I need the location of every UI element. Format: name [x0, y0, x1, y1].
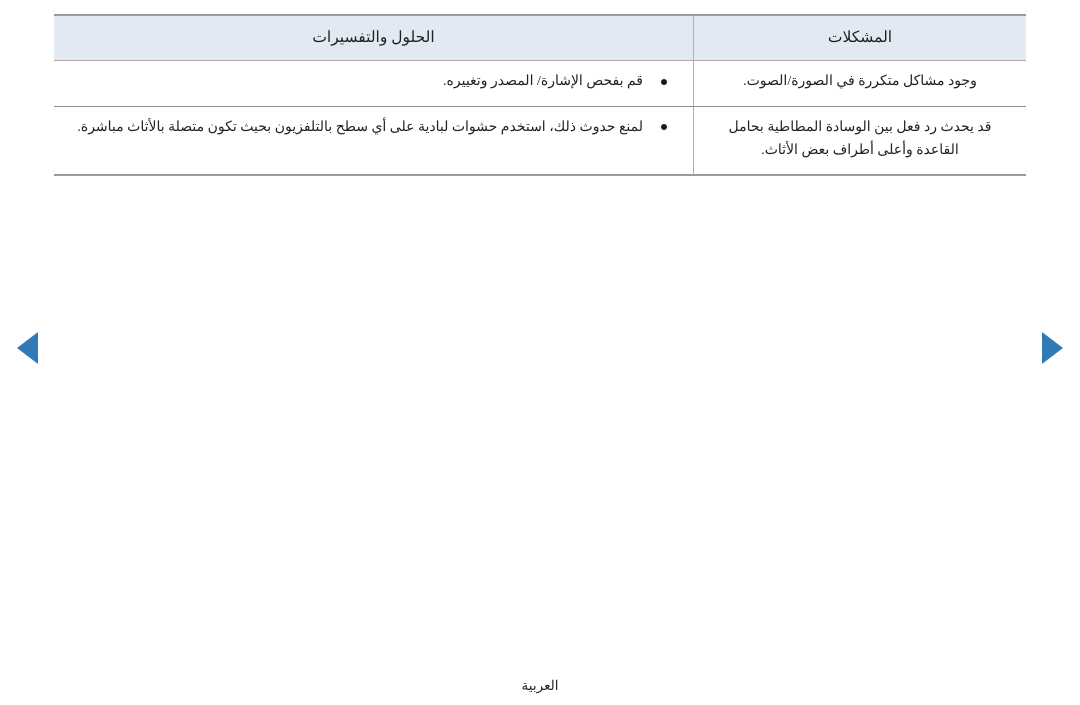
page-container: المشكلات الحلول والتفسيرات وجود مشاكل مت…: [0, 0, 1080, 705]
problem-cell: وجود مشاكل متكررة في الصورة/الصوت.: [693, 60, 1026, 107]
table-header: المشكلات الحلول والتفسيرات: [54, 14, 1026, 62]
table-header-row: المشكلات الحلول والتفسيرات: [54, 14, 1026, 62]
column-header-solutions: الحلول والتفسيرات: [54, 14, 694, 62]
previous-page-arrow-icon[interactable]: [17, 332, 38, 364]
list-item: لمنع حدوث ذلك، استخدم حشوات لبادية على أ…: [66, 117, 681, 140]
table-row: قد يحدث رد فعل بين الوسادة المطاطية بحام…: [54, 106, 1026, 177]
solution-text: قم بفحص الإشارة/ المصدر وتغييره.: [443, 74, 643, 90]
solution-text: لمنع حدوث ذلك، استخدم حشوات لبادية على أ…: [77, 119, 643, 135]
solution-list: قم بفحص الإشارة/ المصدر وتغييره.: [66, 71, 681, 94]
troubleshooting-table: المشكلات الحلول والتفسيرات وجود مشاكل مت…: [54, 14, 1026, 177]
column-header-problems: المشكلات: [693, 14, 1026, 62]
solution-cell: لمنع حدوث ذلك، استخدم حشوات لبادية على أ…: [54, 106, 694, 177]
problem-cell: قد يحدث رد فعل بين الوسادة المطاطية بحام…: [693, 106, 1026, 177]
table-body: وجود مشاكل متكررة في الصورة/الصوت. قم بف…: [54, 60, 1026, 177]
table-row: وجود مشاكل متكررة في الصورة/الصوت. قم بف…: [54, 60, 1026, 107]
page-language-footer: العربية: [521, 678, 559, 693]
solution-list: لمنع حدوث ذلك، استخدم حشوات لبادية على أ…: [66, 117, 681, 140]
troubleshooting-table-wrapper: المشكلات الحلول والتفسيرات وجود مشاكل مت…: [54, 14, 1026, 177]
list-item: قم بفحص الإشارة/ المصدر وتغييره.: [66, 71, 681, 94]
bullet-icon: [661, 78, 667, 85]
next-page-arrow-icon[interactable]: [1042, 332, 1063, 364]
bullet-icon: [661, 124, 667, 131]
solution-cell: قم بفحص الإشارة/ المصدر وتغييره.: [54, 60, 694, 107]
